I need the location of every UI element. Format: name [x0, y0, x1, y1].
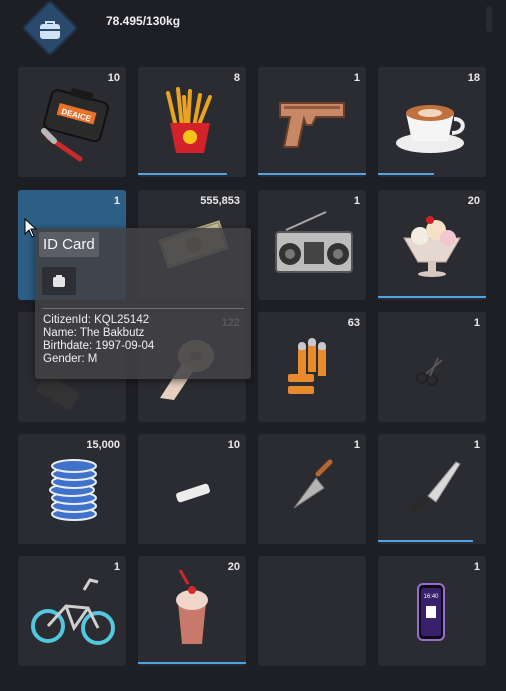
- tooltip-divider: [42, 308, 244, 309]
- slot-count: 20: [227, 561, 240, 573]
- slot-count: 1: [473, 561, 480, 573]
- tooltip-title: ID Card: [39, 232, 99, 257]
- durability-bar: [258, 173, 366, 175]
- scissors-icon: [416, 357, 443, 386]
- trowel-icon: [293, 459, 333, 509]
- slot-trowel[interactable]: 1: [258, 434, 366, 544]
- knife-icon: [408, 461, 461, 514]
- bicycle-icon: [31, 578, 115, 645]
- slot-fries[interactable]: 8: [138, 67, 246, 177]
- slot-count: 1: [353, 195, 360, 207]
- slot-count: 20: [467, 195, 480, 207]
- durability-bar: [378, 173, 434, 175]
- durability-bar: [378, 296, 486, 298]
- fries-icon: [166, 87, 212, 153]
- tooltip-info: CitizenId: KQL25142 Name: The Bakbutz Bi…: [43, 314, 154, 366]
- tooltip-type-badge: [42, 267, 76, 295]
- slot-pistol[interactable]: 1: [258, 67, 366, 177]
- mouse-cursor-icon: [24, 218, 38, 238]
- slot-count: 1: [473, 317, 480, 329]
- citizen-id: CitizenId: KQL25142: [43, 314, 150, 326]
- slot-chalk[interactable]: 10: [138, 434, 246, 544]
- slot-count: 8: [233, 72, 240, 84]
- slot-count: 15,000: [86, 439, 120, 451]
- slot-count: 1: [473, 439, 480, 451]
- durability-bar: [138, 662, 246, 664]
- slot-count: 10: [227, 439, 240, 451]
- backpack-icon: [53, 275, 65, 287]
- durability-bar: [138, 173, 227, 175]
- slot-casino-chips[interactable]: 15,000: [18, 434, 126, 544]
- slot-empty[interactable]: [258, 556, 366, 666]
- slot-ammo[interactable]: 63: [258, 312, 366, 422]
- slot-count: 1: [113, 561, 120, 573]
- slot-milkshake[interactable]: 20: [138, 556, 246, 666]
- pistol-icon: [279, 102, 345, 148]
- durability-bar: [378, 540, 473, 542]
- slot-count: 555,853: [200, 195, 240, 207]
- slot-ice-cream[interactable]: 20: [378, 190, 486, 300]
- slot-count: 1: [113, 195, 120, 207]
- slot-bmx[interactable]: 1: [18, 556, 126, 666]
- slot-scissors[interactable]: 1: [378, 312, 486, 422]
- slot-smartphone[interactable]: 16:40 1: [378, 556, 486, 666]
- slot-count: 18: [467, 72, 480, 84]
- scrollbar[interactable]: [486, 6, 492, 32]
- slot-count: 1: [353, 72, 360, 84]
- slot-boombox[interactable]: 1: [258, 190, 366, 300]
- holder-name: Name: The Bakbutz: [43, 327, 145, 339]
- item-tooltip: ID Card CitizenId: KQL25142 Name: The Ba…: [35, 228, 251, 379]
- gender: Gender: M: [43, 353, 98, 365]
- smartphone-icon: 16:40: [417, 583, 445, 641]
- slot-tool-case[interactable]: DEAICE 10: [18, 67, 126, 177]
- inventory-header: 78.495/130kg: [0, 0, 506, 60]
- backpack-icon: [40, 21, 60, 39]
- phone-screen-time: 16:40: [423, 594, 439, 600]
- slot-count: 63: [347, 317, 360, 329]
- slot-count: 10: [107, 72, 120, 84]
- weight-indicator: 78.495/130kg: [106, 14, 181, 28]
- slot-count: 1: [353, 439, 360, 451]
- radio-icon: [275, 211, 353, 273]
- slot-cappuccino[interactable]: 18: [378, 67, 486, 177]
- birthdate: Birthdate: 1997-09-04: [43, 340, 155, 352]
- slot-knife[interactable]: 1: [378, 434, 486, 544]
